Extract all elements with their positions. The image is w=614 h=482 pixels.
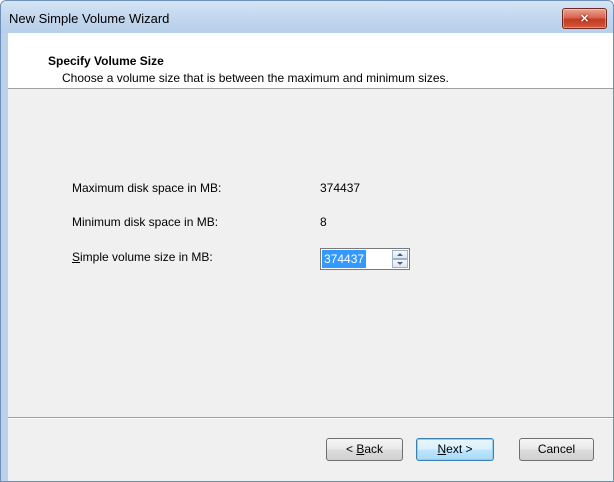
window-title: New Simple Volume Wizard xyxy=(9,11,170,26)
page-header: Specify Volume Size Choose a volume size… xyxy=(8,33,613,89)
min-space-value: 8 xyxy=(320,215,327,229)
volume-size-input[interactable]: 374437 xyxy=(322,250,367,268)
chevron-up-icon xyxy=(397,253,403,256)
close-icon: × xyxy=(579,11,590,25)
min-space-label: Minimum disk space in MB: xyxy=(72,215,219,229)
page-subtitle: Choose a volume size that is between the… xyxy=(62,71,449,85)
volume-size-label: Simple volume size in MB: xyxy=(72,250,213,264)
wizard-page: Specify Volume Size Choose a volume size… xyxy=(8,33,613,481)
wizard-window: New Simple Volume Wizard × Specify Volum… xyxy=(0,0,614,482)
next-button[interactable]: Next > xyxy=(416,438,494,461)
next-button-accel: N xyxy=(437,442,447,456)
footer-divider xyxy=(8,417,613,419)
volume-size-label-accel: S xyxy=(72,250,81,264)
page-title: Specify Volume Size xyxy=(48,54,164,68)
title-bar[interactable]: New Simple Volume Wizard × xyxy=(1,1,613,33)
next-button-text: ext > xyxy=(446,442,473,456)
volume-size-label-text: imple volume size in MB: xyxy=(80,250,213,264)
close-button[interactable]: × xyxy=(562,8,607,29)
back-button-text: ack xyxy=(364,442,384,456)
stepper-buttons xyxy=(392,250,408,268)
max-space-label: Maximum disk space in MB: xyxy=(72,181,222,195)
max-space-value: 374437 xyxy=(320,181,361,195)
increment-button[interactable] xyxy=(392,250,408,259)
decrement-button[interactable] xyxy=(392,259,408,268)
cancel-button[interactable]: Cancel xyxy=(519,438,594,461)
back-button[interactable]: < Back xyxy=(326,438,403,461)
chevron-down-icon xyxy=(397,262,403,265)
volume-size-stepper[interactable]: 374437 xyxy=(320,248,410,270)
back-button-prefix: < xyxy=(345,442,357,456)
